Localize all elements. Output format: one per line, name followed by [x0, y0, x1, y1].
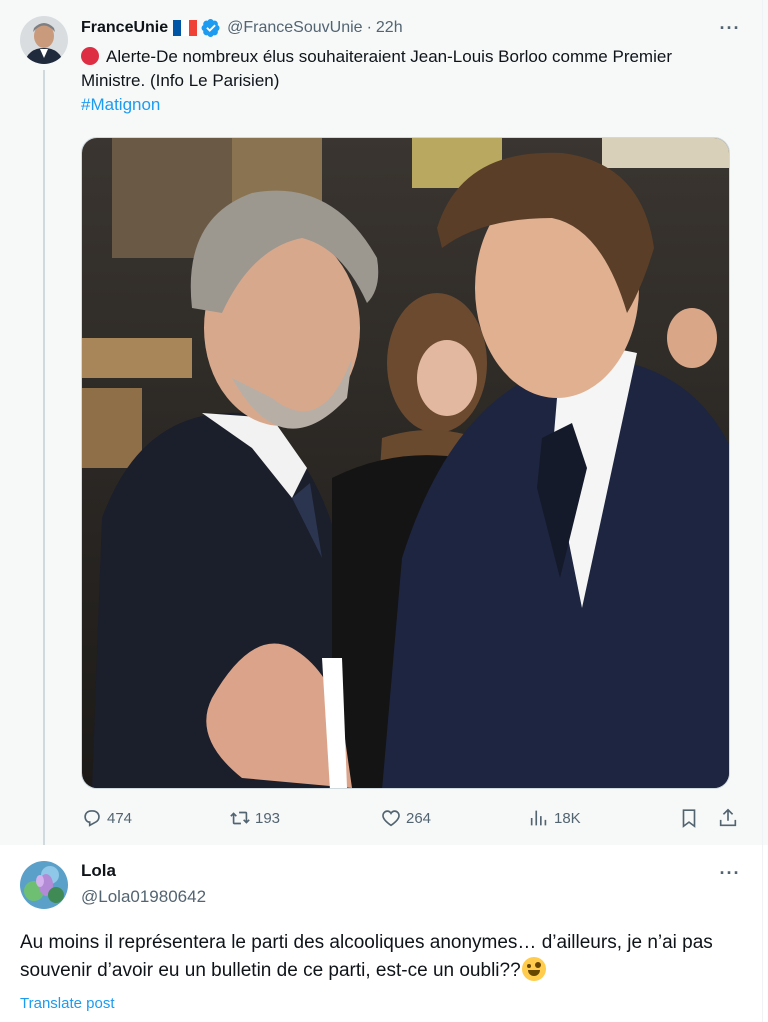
share-upload-icon: [719, 808, 737, 827]
tweet-timestamp[interactable]: 22h: [376, 19, 403, 37]
column-border: [762, 0, 763, 1022]
reply-count: 474: [107, 809, 133, 827]
separator-dot: ·: [366, 19, 372, 36]
author-handle[interactable]: @FranceSouvUnie: [227, 19, 362, 37]
reply-more-options-button[interactable]: ···: [718, 863, 742, 883]
reply-button[interactable]: 474: [81, 806, 132, 830]
hashtag-link[interactable]: #Matignon: [81, 93, 731, 117]
reply-author-avatar[interactable]: [20, 861, 68, 909]
tweet-body: Alerte-De nombreux élus souhaiteraient J…: [81, 47, 672, 90]
tweet-text: Alerte-De nombreux élus souhaiteraient J…: [81, 45, 731, 117]
tweet-header: FranceUnie @FranceSouvUnie · 22h: [81, 16, 403, 40]
reply-author-handle[interactable]: @Lola01980642: [81, 887, 206, 907]
share-button[interactable]: [717, 806, 743, 830]
retweet-button[interactable]: 193: [229, 806, 280, 830]
retweet-count: 193: [255, 809, 281, 827]
zany-face-icon: [521, 957, 546, 981]
verified-badge-icon[interactable]: [201, 18, 221, 38]
bookmark-icon: [682, 809, 696, 828]
reply-bubble-icon: [84, 810, 100, 827]
more-options-button[interactable]: ···: [718, 18, 742, 38]
translate-post-link[interactable]: Translate post: [20, 995, 115, 1012]
analytics-bars-icon: [530, 810, 547, 826]
france-flag-icon: [173, 20, 198, 36]
bookmark-button[interactable]: [678, 806, 704, 830]
views-count: 18K: [554, 809, 581, 827]
reply-body: Au moins il représentera le parti des al…: [20, 932, 713, 981]
reply-author-name[interactable]: Lola: [81, 861, 116, 881]
author-avatar[interactable]: [20, 16, 68, 64]
heart-icon: [382, 810, 400, 827]
like-button[interactable]: 264: [380, 806, 431, 830]
like-count: 264: [406, 809, 432, 827]
views-button[interactable]: 18K: [528, 806, 581, 830]
reply-text: Au moins il représentera le parti des al…: [20, 929, 750, 985]
red-circle-icon: [81, 47, 99, 65]
tweet-photo[interactable]: [81, 137, 730, 789]
retweet-icon: [230, 811, 250, 825]
tweet-action-bar: 474 193 264 18K: [81, 806, 741, 830]
thread-connector-line: [43, 70, 45, 845]
author-name[interactable]: FranceUnie: [81, 19, 168, 37]
